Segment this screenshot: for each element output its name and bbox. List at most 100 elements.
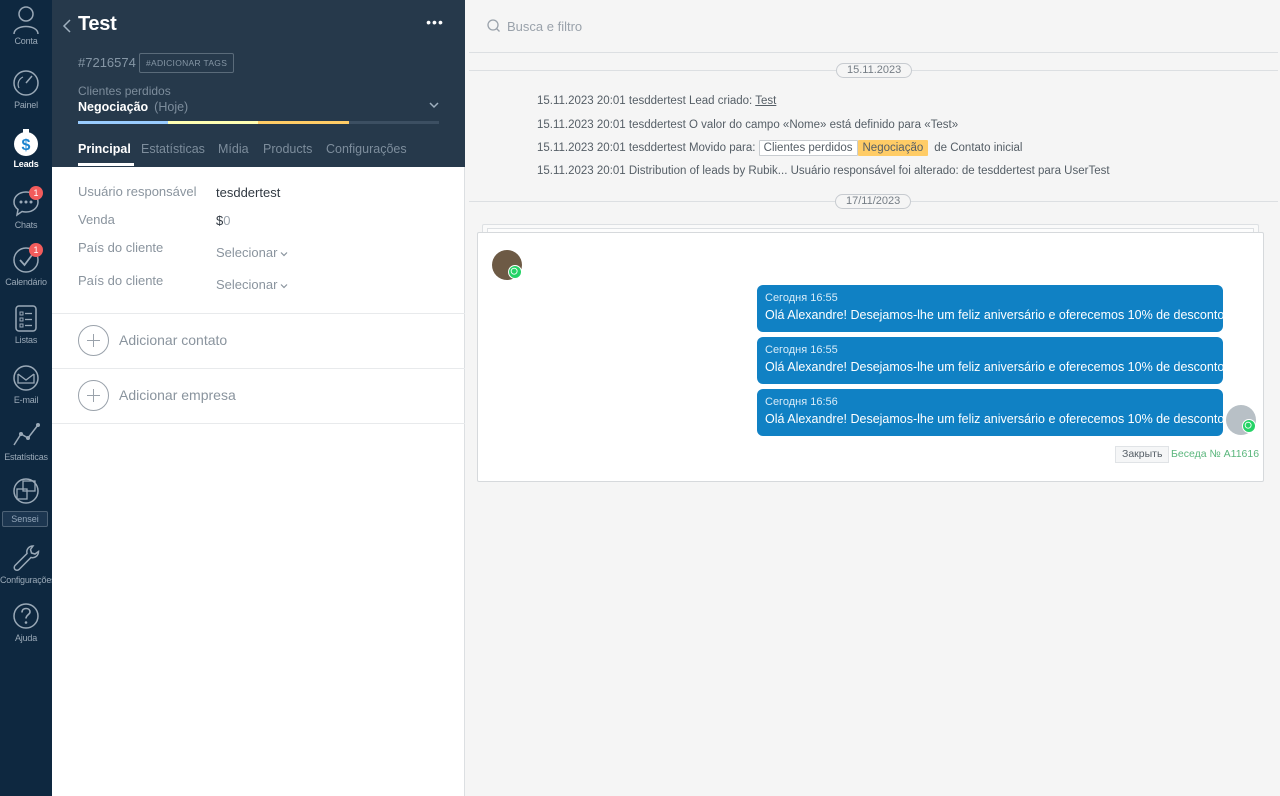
pipeline-name: Clientes perdidos	[78, 84, 171, 98]
nav-item-dashboard[interactable]: Painel	[0, 68, 52, 110]
log-entry: 15.11.2023 20:01 tesddertest Movido para…	[537, 140, 1022, 156]
tab-products[interactable]: Products	[263, 142, 312, 156]
stage-chip: Negociação	[857, 140, 929, 156]
message-time: Сегодня 16:56	[765, 396, 838, 408]
tab-configuracoes[interactable]: Configurações	[326, 142, 407, 156]
stage-date: (Hoje)	[154, 100, 189, 114]
divider	[52, 313, 465, 314]
main-nav: Conta Painel $ Leads 1 Chats 1 Calendári…	[0, 0, 56, 796]
country-select[interactable]: Selecionar	[216, 245, 289, 260]
message-text: Olá Alexandre! Desejamos-lhe um feliz an…	[765, 308, 1228, 322]
log-entry: 15.11.2023 20:01 tesddertest Lead criado…	[537, 95, 776, 107]
search-input[interactable]	[507, 17, 907, 35]
chevron-down-icon	[281, 251, 288, 256]
nav-item-chats[interactable]: 1 Chats	[0, 186, 52, 230]
nav-label: Configurações	[0, 575, 56, 585]
integrations-icon	[13, 478, 39, 504]
nav-label: Conta	[14, 36, 38, 46]
close-conversation-button[interactable]: Закрыть	[1115, 446, 1170, 463]
search-bar	[469, 0, 1278, 53]
nav-item-leads[interactable]: $ Leads	[0, 127, 52, 169]
sale-amount: 0	[223, 213, 231, 228]
mail-icon	[13, 365, 39, 391]
dashboard-icon	[13, 70, 39, 96]
divider	[52, 423, 465, 424]
message-text: Olá Alexandre! Desejamos-lhe um feliz an…	[765, 360, 1228, 374]
divider	[52, 368, 465, 369]
nav-item-settings[interactable]: Configurações	[0, 543, 56, 585]
nav-item-integrations[interactable]	[0, 476, 52, 508]
stage-selector[interactable]: Negociação (Hoje)	[78, 100, 188, 114]
country-select[interactable]: Selecionar	[216, 277, 289, 292]
date-separator: 15.11.2023	[836, 63, 913, 78]
pipeline-chip: Clientes perdidos	[758, 140, 858, 156]
nav-item-lists[interactable]: Listas	[0, 303, 52, 345]
nav-item-help[interactable]: Ajuda	[0, 601, 52, 643]
log-text: 15.11.2023 20:01 tesddertest Movido para…	[537, 142, 759, 154]
search-icon	[487, 19, 500, 32]
whatsapp-icon	[508, 265, 522, 279]
more-options-icon[interactable]: •••	[424, 14, 446, 36]
nav-label: Listas	[14, 335, 38, 345]
nav-label: Leads	[13, 159, 39, 169]
list-icon	[15, 305, 37, 332]
field-label: País do cliente	[78, 240, 164, 255]
log-text: 15.11.2023 20:01 tesddertest Lead criado…	[537, 95, 756, 107]
conversation-card: Сегодня 16:55 Olá Alexandre! Desejamos-l…	[477, 232, 1264, 482]
nav-item-account[interactable]: Conta	[0, 4, 52, 46]
nav-label: Calendário	[5, 277, 47, 287]
wrench-icon	[13, 545, 40, 571]
lead-id: #7216574	[78, 55, 136, 70]
nav-label: Chats	[14, 220, 38, 230]
log-entry: 15.11.2023 20:01 Distribution of leads b…	[537, 165, 1110, 177]
lead-title[interactable]: Test	[78, 13, 117, 36]
plus-circle-icon	[78, 325, 109, 356]
add-tags-button[interactable]: #ADICIONAR TAGS	[139, 53, 235, 73]
lead-link[interactable]: Test	[755, 95, 776, 107]
active-tab-indicator	[78, 163, 134, 166]
lead-header: Test ••• #7216574 #ADICIONAR TAGS Client…	[52, 0, 465, 167]
plus-circle-icon	[78, 380, 109, 411]
message-bubble[interactable]: Сегодня 16:56 Olá Alexandre! Desejamos-l…	[757, 389, 1228, 436]
field-label: Venda	[78, 212, 115, 227]
message-bubble[interactable]: Сегодня 16:55 Olá Alexandre! Desejamos-l…	[757, 285, 1228, 332]
nav-label: Painel	[14, 100, 38, 110]
lead-panel: Test ••• #7216574 #ADICIONAR TAGS Client…	[52, 0, 465, 796]
message-bubble[interactable]: Сегодня 16:55 Olá Alexandre! Desejamos-l…	[757, 337, 1228, 384]
nav-label: Ajuda	[14, 633, 38, 643]
nav-item-stats[interactable]: Estatísticas	[0, 420, 52, 462]
stage-name: Negociação	[78, 100, 149, 114]
select-value: Selecionar	[216, 245, 278, 260]
conversation-link[interactable]: Беседа № A11616	[1171, 448, 1259, 460]
tab-midia[interactable]: Mídia	[218, 142, 249, 156]
svg-text:$: $	[22, 137, 31, 154]
chats-badge: 1	[29, 186, 43, 200]
date-separator: 17/11/2023	[835, 194, 912, 209]
nav-item-calendar[interactable]: 1 Calendário	[0, 243, 52, 287]
back-arrow-icon[interactable]	[60, 16, 76, 36]
log-entry: 15.11.2023 20:01 tesddertest O valor do …	[537, 119, 959, 131]
message-time: Сегодня 16:55	[765, 344, 838, 356]
feed-panel: 15.11.2023 15.11.2023 20:01 tesddertest …	[469, 0, 1280, 796]
sensei-button[interactable]: Sensei	[2, 511, 48, 527]
field-label: País do cliente	[78, 273, 164, 288]
whatsapp-icon	[1242, 419, 1256, 433]
progress-segment	[168, 121, 258, 124]
nav-label: E-mail	[13, 395, 39, 405]
chevron-down-icon[interactable]	[428, 99, 440, 111]
leads-icon: $	[14, 129, 38, 156]
responsible-user-value[interactable]: tesddertest	[216, 185, 280, 200]
calendar-badge: 1	[29, 243, 43, 257]
stats-icon	[13, 423, 40, 446]
tab-estatisticas[interactable]: Estatísticas	[141, 142, 205, 156]
tab-principal[interactable]: Principal	[78, 142, 131, 156]
add-contact-label: Adicionar contato	[119, 332, 228, 348]
nav-item-email[interactable]: E-mail	[0, 363, 52, 405]
sale-value[interactable]: $0	[216, 213, 230, 228]
add-company-label: Adicionar empresa	[119, 387, 236, 403]
chevron-down-icon	[281, 283, 288, 288]
stage-progress-bar	[78, 121, 439, 124]
field-label: Usuário responsável	[78, 184, 197, 199]
help-icon	[13, 603, 39, 629]
message-text: Olá Alexandre! Desejamos-lhe um feliz an…	[765, 412, 1228, 426]
